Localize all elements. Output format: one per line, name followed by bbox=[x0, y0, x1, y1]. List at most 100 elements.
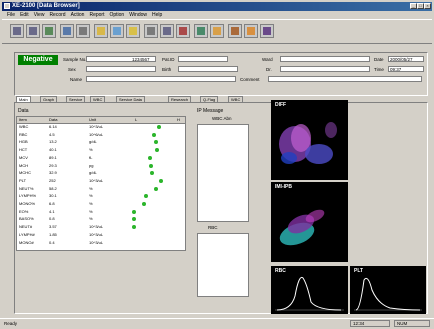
plt-histogram[interactable]: PLT bbox=[350, 266, 426, 314]
toolbar-button-16[interactable] bbox=[260, 24, 274, 38]
table-row[interactable]: LYMPH# 1.85 10^3/uL bbox=[17, 232, 185, 238]
toolbar-button-13[interactable] bbox=[210, 24, 224, 38]
menu-item-window[interactable]: Window bbox=[129, 12, 147, 18]
table-row[interactable]: MCH 29.3 pg bbox=[17, 163, 185, 169]
comment-field[interactable] bbox=[268, 76, 422, 82]
maximize-button[interactable]: □ bbox=[417, 3, 424, 9]
cell-data: 6.14 bbox=[49, 124, 57, 129]
close-button[interactable]: × bbox=[424, 3, 431, 9]
cell-item: MONO# bbox=[19, 239, 34, 245]
date-field[interactable]: 2000/05/27 bbox=[388, 56, 424, 62]
toolbar-button-6[interactable] bbox=[94, 24, 108, 38]
patient-id-field[interactable] bbox=[178, 56, 228, 62]
cell-item: LYMPH% bbox=[19, 193, 37, 199]
menu-item-edit[interactable]: Edit bbox=[20, 12, 29, 18]
cell-data: 89.1 bbox=[49, 154, 57, 160]
table-row[interactable]: PLT 252 10^3/uL bbox=[17, 178, 185, 184]
ward-field[interactable] bbox=[280, 56, 370, 62]
time-field[interactable]: 09:37 bbox=[388, 66, 424, 72]
toolbar-button-5[interactable] bbox=[76, 24, 90, 38]
window-title: XE-2100 [Data Browser] bbox=[12, 3, 80, 9]
name-field[interactable] bbox=[86, 76, 236, 82]
table-row[interactable]: MCHC 32.9 g/dL bbox=[17, 170, 185, 176]
cell-item: NEUT# bbox=[19, 224, 33, 230]
toolbar-icon-7 bbox=[113, 27, 121, 35]
cell-unit: fL bbox=[89, 154, 93, 160]
table-row[interactable]: BASO% 0.8% bbox=[17, 216, 185, 222]
patient-id-label: Pat.ID bbox=[162, 57, 175, 62]
dr-field[interactable] bbox=[280, 66, 370, 72]
table-row[interactable]: RBC 4.5 10^6/uL bbox=[17, 132, 185, 138]
cell-unit: % bbox=[89, 185, 93, 191]
diff-scattergram[interactable]: DIFF bbox=[271, 100, 348, 180]
cell-data: 13.2 bbox=[49, 139, 57, 145]
cell-unit: 10^3/uL bbox=[89, 224, 104, 230]
cell-item: RBC bbox=[19, 131, 28, 137]
flags-sub2: RBC bbox=[208, 225, 218, 230]
dr-label: Dr. bbox=[266, 67, 272, 72]
sex-label: Sex bbox=[68, 67, 76, 72]
cell-unit: 10^3/uL bbox=[89, 177, 104, 183]
cell-data: 1.85 bbox=[49, 231, 57, 237]
col-data: Data bbox=[49, 117, 58, 122]
toolbar-button-4[interactable] bbox=[60, 24, 74, 38]
table-row[interactable]: MONO# 0.4 10^3/uL bbox=[17, 240, 185, 246]
cell-data: 252 bbox=[49, 177, 56, 183]
toolbar-button-8[interactable] bbox=[126, 24, 140, 38]
cell-unit: pg bbox=[89, 162, 94, 168]
toolbar-button-3[interactable] bbox=[42, 24, 56, 38]
toolbar-button-14[interactable] bbox=[228, 24, 242, 38]
toolbar-button-2[interactable] bbox=[26, 24, 40, 38]
table-row[interactable]: HGB 13.2 g/dL bbox=[17, 139, 185, 145]
toolbar-icon-6 bbox=[97, 27, 105, 35]
rbc-histogram[interactable]: RBC bbox=[271, 266, 348, 314]
toolbar-button-9[interactable] bbox=[144, 24, 158, 38]
toolbar-button-12[interactable] bbox=[194, 24, 208, 38]
range-indicator-dot bbox=[154, 186, 158, 191]
flag-box-rbc bbox=[197, 233, 249, 297]
table-row[interactable]: NEUT% 58.2% bbox=[17, 186, 185, 192]
toolbar-button-1[interactable] bbox=[10, 24, 24, 38]
table-row[interactable]: HCT 40.1% bbox=[17, 147, 185, 153]
cell-item: HCT bbox=[19, 147, 28, 153]
birth-field[interactable] bbox=[178, 66, 238, 72]
cell-item: MONO% bbox=[19, 201, 35, 206]
table-row[interactable]: WBC 6.14 10^3/uL bbox=[17, 124, 185, 130]
toolbar-button-10[interactable] bbox=[160, 24, 174, 38]
toolbar-button-7[interactable] bbox=[110, 24, 124, 38]
table-row[interactable]: NEUT# 3.57 10^3/uL bbox=[17, 224, 185, 230]
title-bar: XE-2100 [Data Browser] _ □ × bbox=[2, 2, 432, 11]
sample-no-field[interactable]: 1234567 bbox=[86, 56, 156, 62]
table-row[interactable]: MONO% 6.8% bbox=[17, 201, 185, 207]
cell-unit: % bbox=[89, 201, 93, 206]
toolbar-icon-10 bbox=[163, 27, 171, 35]
menu-item-action[interactable]: Action bbox=[71, 12, 85, 18]
cell-item: EO% bbox=[19, 208, 29, 214]
toolbar-icon-8 bbox=[129, 27, 137, 35]
menu-bar: File Edit View Record Action Report Option Wind… bbox=[2, 11, 432, 19]
range-indicator-dot bbox=[131, 217, 136, 222]
menu-item-report[interactable]: Report bbox=[89, 12, 104, 18]
menu-item-help[interactable]: Help bbox=[152, 12, 162, 18]
app-icon bbox=[4, 3, 10, 9]
cell-data: 30.1 bbox=[49, 193, 57, 199]
menu-item-option[interactable]: Option bbox=[109, 12, 124, 18]
cell-data: 3.57 bbox=[49, 224, 57, 230]
toolbar-button-11[interactable] bbox=[176, 24, 190, 38]
sex-field[interactable] bbox=[86, 66, 156, 72]
table-row[interactable]: LYMPH% 30.1% bbox=[17, 193, 185, 199]
toolbar-button-15[interactable] bbox=[244, 24, 258, 38]
table-row[interactable]: EO% 4.1% bbox=[17, 209, 185, 215]
menu-item-record[interactable]: Record bbox=[49, 12, 65, 18]
range-indicator-dot bbox=[131, 225, 136, 230]
menu-item-view[interactable]: View bbox=[34, 12, 45, 18]
table-row[interactable]: MCV 89.1 fL bbox=[17, 155, 185, 161]
cell-item: HGB bbox=[19, 139, 28, 145]
cell-item: LYMPH# bbox=[19, 231, 35, 237]
toolbar-icon-16 bbox=[263, 27, 271, 35]
imi-scattergram[interactable]: IMI-IPB bbox=[271, 182, 348, 262]
cell-data: 4.5 bbox=[49, 131, 55, 137]
menu-item-file[interactable]: File bbox=[7, 12, 15, 18]
minimize-button[interactable]: _ bbox=[410, 3, 417, 9]
toolbar-icon-15 bbox=[247, 27, 255, 35]
